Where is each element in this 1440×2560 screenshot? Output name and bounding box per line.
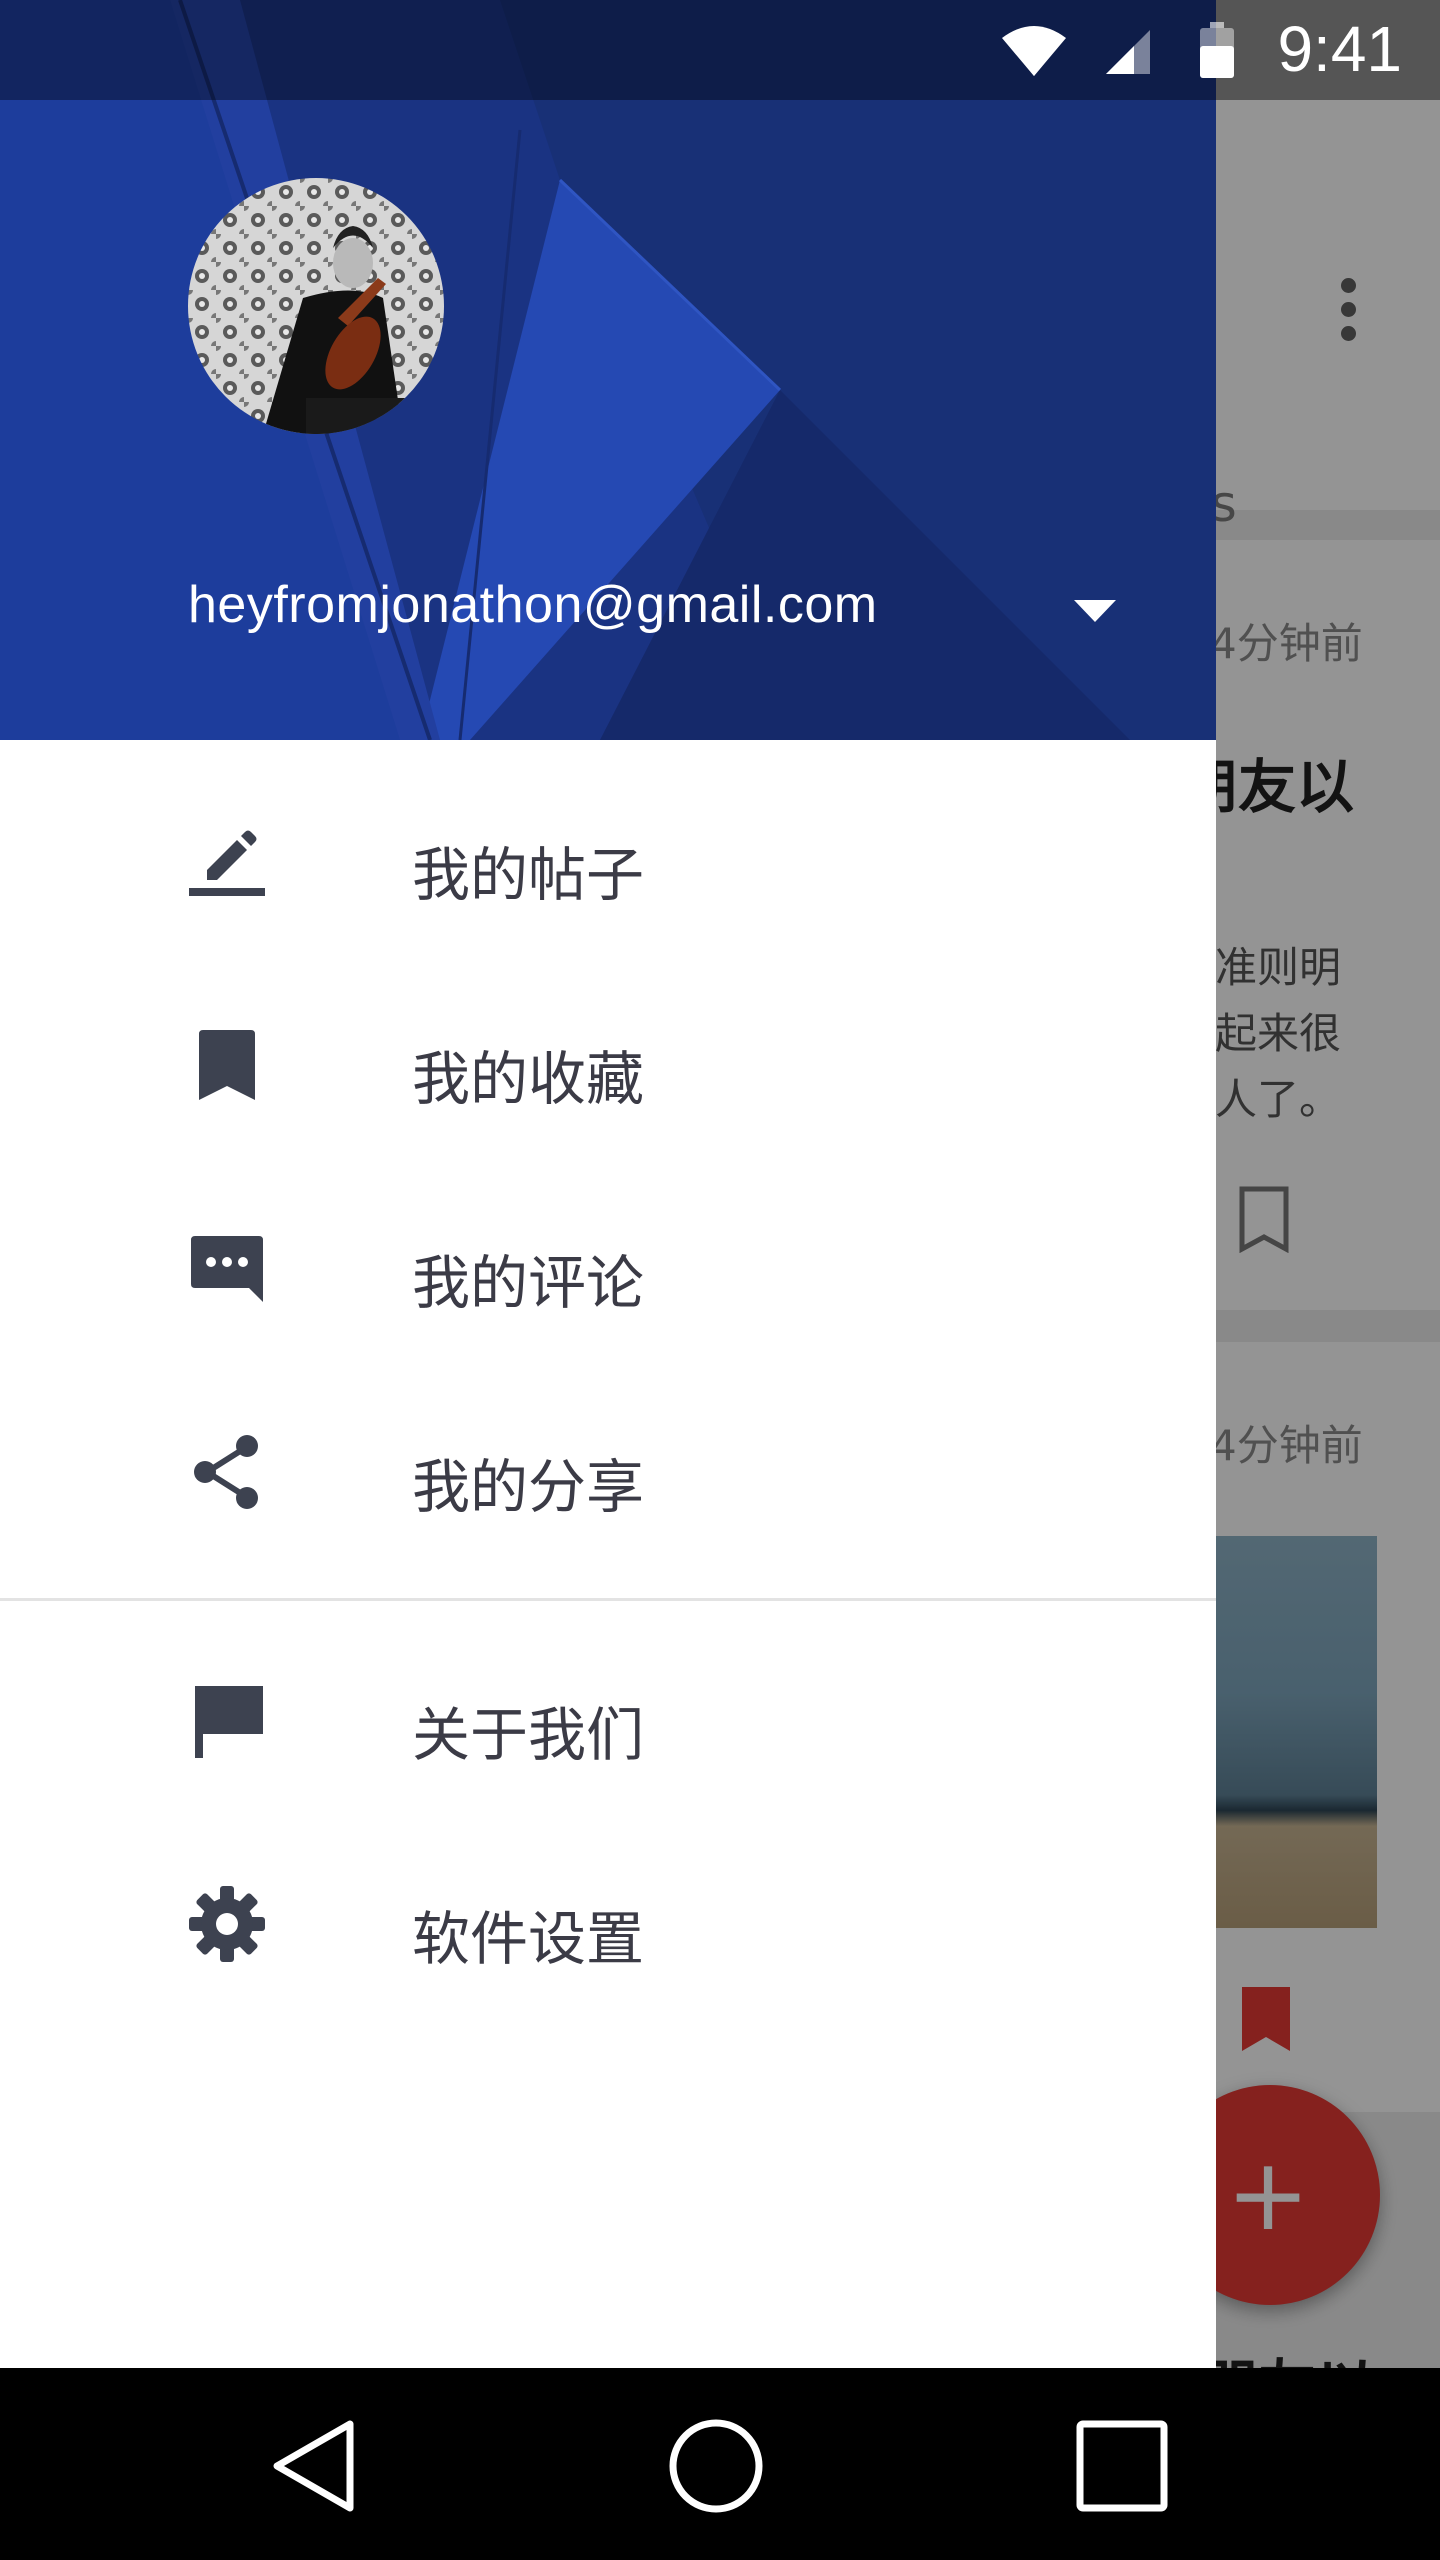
- menu-item-my-posts[interactable]: 我的帖子: [0, 758, 1216, 962]
- menu-item-settings[interactable]: 软件设置: [0, 1822, 1216, 2026]
- navigation-drawer: heyfromjonathon@gmail.com 我的帖子 我的收藏 我的评论: [0, 0, 1216, 2368]
- recents-icon[interactable]: [1072, 2416, 1172, 2516]
- home-icon[interactable]: [666, 2416, 766, 2516]
- battery-icon: [1200, 22, 1234, 78]
- menu-item-my-favorites[interactable]: 我的收藏: [0, 962, 1216, 1166]
- menu-item-my-comments[interactable]: 我的评论: [0, 1166, 1216, 1370]
- menu-item-label: 关于我们: [412, 1701, 645, 1769]
- status-bar: 9:41: [0, 0, 1440, 100]
- back-icon[interactable]: [265, 2416, 365, 2516]
- account-email: heyfromjonathon@gmail.com: [188, 576, 878, 634]
- flag-icon: [195, 1686, 263, 1758]
- menu-item-my-shares[interactable]: 我的分享: [0, 1370, 1216, 1574]
- chevron-down-icon[interactable]: [1070, 592, 1120, 628]
- edit-icon: [189, 830, 265, 896]
- menu-item-label: 我的评论: [412, 1249, 645, 1317]
- menu-item-label: 我的帖子: [412, 841, 645, 909]
- menu-item-label: 我的收藏: [412, 1045, 645, 1113]
- menu-item-about-us[interactable]: 关于我们: [0, 1618, 1216, 1822]
- wifi-icon: [1002, 26, 1066, 76]
- drawer-divider: [0, 1598, 1216, 1601]
- share-icon: [194, 1435, 258, 1509]
- system-nav-bar: [0, 2368, 1440, 2560]
- menu-item-label: 我的分享: [412, 1453, 645, 1521]
- menu-item-label: 软件设置: [412, 1905, 645, 1973]
- avatar[interactable]: [188, 178, 444, 434]
- drawer-header: heyfromjonathon@gmail.com: [0, 0, 1216, 740]
- cell-signal-icon: [1106, 30, 1150, 74]
- bookmark-icon: [199, 1030, 255, 1100]
- comment-icon: [191, 1236, 263, 1302]
- status-time: 9:41: [1277, 13, 1402, 85]
- settings-icon: [189, 1886, 265, 1962]
